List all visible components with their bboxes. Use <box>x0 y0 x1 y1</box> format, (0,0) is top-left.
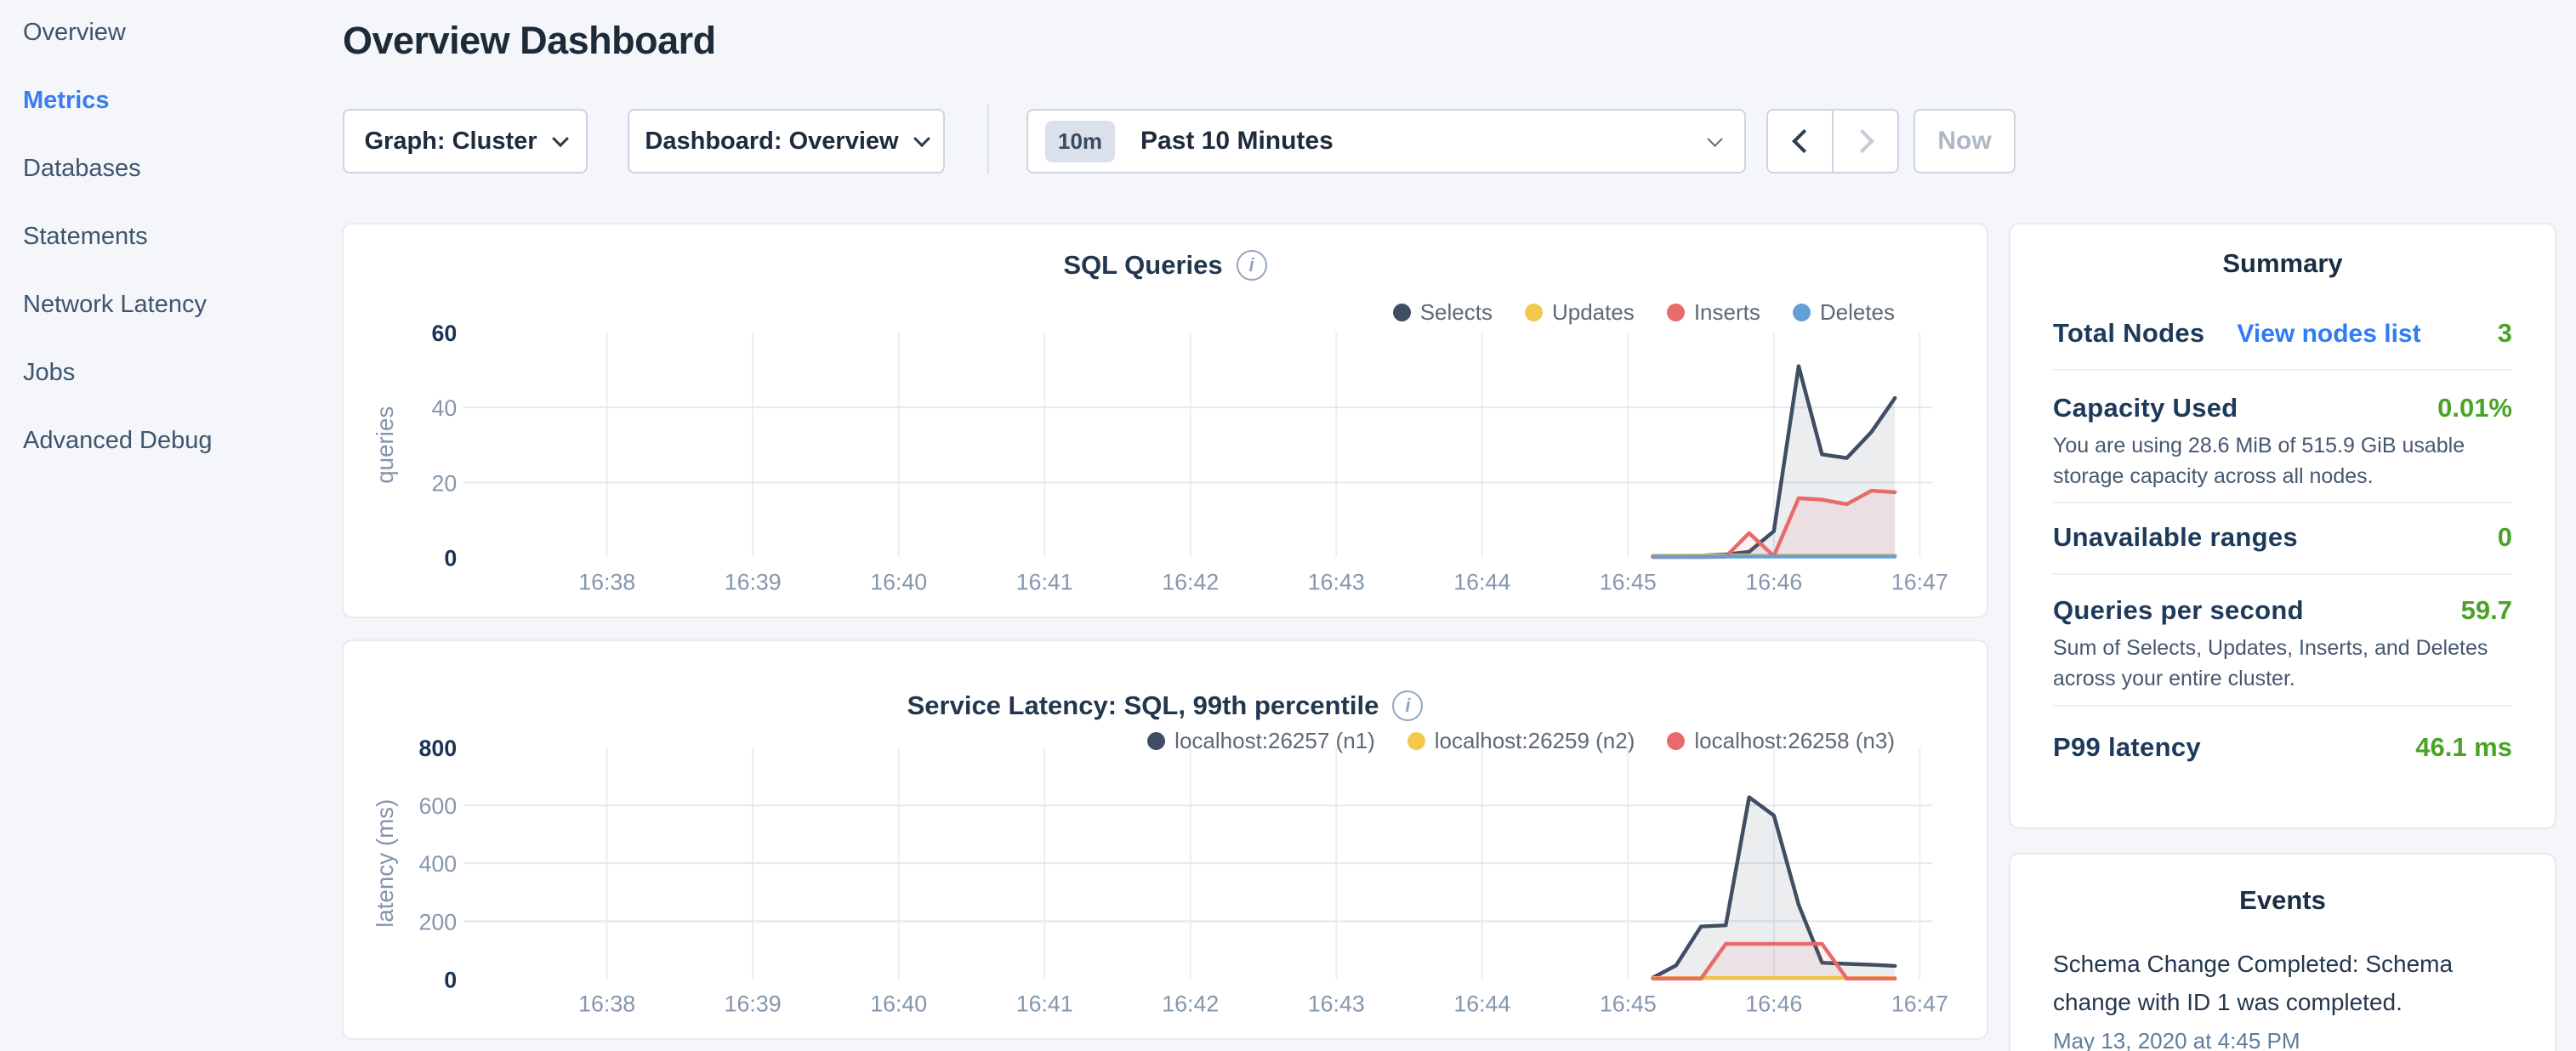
sql-queries-plot[interactable]: 16:38 16:39 16:40 16:41 16:42 16:43 16:44 16:45… <box>344 224 1987 616</box>
toolbar-divider <box>987 104 989 173</box>
svg-text:0: 0 <box>444 546 457 571</box>
y-gridlines <box>463 805 1932 921</box>
svg-text:60: 60 <box>431 321 457 346</box>
svg-text:16:41: 16:41 <box>1016 991 1073 1016</box>
summary-row-total-nodes: Total Nodes View nodes list 3 <box>2053 279 2512 371</box>
summary-row-unavailable-ranges: Unavailable ranges 0 <box>2053 503 2512 575</box>
y-axis-title: queries <box>372 406 398 484</box>
svg-text:16:43: 16:43 <box>1308 569 1365 594</box>
event-timestamp: May 13, 2020 at 4:45 PM <box>2053 1028 2512 1051</box>
chevron-down-icon <box>552 130 569 147</box>
svg-text:16:39: 16:39 <box>725 569 782 594</box>
summary-row-queries-per-second: Queries per second 59.7 Sum of Selects, … <box>2053 575 2512 707</box>
event-message: Schema Change Completed: Schema change w… <box>2053 945 2512 1021</box>
svg-text:16:45: 16:45 <box>1600 569 1657 594</box>
dashboard-label: Dashboard: Overview <box>645 128 898 156</box>
svg-text:600: 600 <box>418 793 457 819</box>
service-latency-chart-card: Service Latency: SQL, 99th percentile i … <box>342 639 1988 1040</box>
summary-label: Queries per second <box>2053 595 2304 626</box>
time-range-dropdown[interactable]: 10m Past 10 Minutes <box>1026 109 1746 173</box>
svg-text:16:38: 16:38 <box>578 569 635 594</box>
summary-label: Unavailable ranges <box>2053 522 2298 553</box>
summary-value: 0.01% <box>2437 393 2512 423</box>
svg-text:16:42: 16:42 <box>1162 569 1219 594</box>
svg-text:20: 20 <box>431 470 457 496</box>
summary-label: Capacity Used <box>2053 393 2238 423</box>
y-gridlines <box>463 407 1932 482</box>
y-tick-labels: 0 20 40 60 <box>431 321 457 571</box>
svg-text:16:47: 16:47 <box>1891 569 1948 594</box>
svg-text:16:46: 16:46 <box>1745 991 1802 1016</box>
chart-series <box>1652 798 1895 980</box>
summary-subtext: Sum of Selects, Updates, Inserts, and De… <box>2053 633 2512 694</box>
sidebar-item-statements[interactable]: Statements <box>0 219 323 287</box>
chevron-down-icon <box>913 130 930 147</box>
summary-value: 3 <box>2498 318 2512 349</box>
x-gridlines <box>607 332 1920 558</box>
dashboard-dropdown[interactable]: Dashboard: Overview <box>628 109 945 173</box>
x-tick-labels: 16:38 16:39 16:40 16:41 16:42 16:43 16:44 16:45… <box>578 991 1948 1016</box>
summary-label: P99 latency <box>2053 732 2201 763</box>
summary-value: 0 <box>2498 522 2512 553</box>
svg-text:16:46: 16:46 <box>1745 569 1802 594</box>
summary-row-p99-latency: P99 latency 46.1 ms <box>2053 707 2512 763</box>
sidebar-item-jobs[interactable]: Jobs <box>0 355 323 423</box>
svg-text:16:40: 16:40 <box>870 991 927 1016</box>
event-list-item[interactable]: Schema Change Completed: Schema change w… <box>2053 945 2512 1051</box>
svg-text:16:41: 16:41 <box>1016 569 1073 594</box>
summary-label: Total Nodes <box>2053 318 2204 349</box>
sidebar-item-network-latency[interactable]: Network Latency <box>0 287 323 355</box>
chevron-down-icon <box>1707 131 1722 146</box>
graph-scope-dropdown[interactable]: Graph: Cluster <box>343 109 588 173</box>
summary-row-capacity-used: Capacity Used 0.01% You are using 28.6 M… <box>2053 371 2512 503</box>
svg-text:16:43: 16:43 <box>1308 991 1365 1016</box>
sidebar-item-metrics[interactable]: Metrics <box>0 83 323 151</box>
sidebar-item-advanced-debug[interactable]: Advanced Debug <box>0 423 323 491</box>
svg-text:16:44: 16:44 <box>1453 991 1510 1016</box>
now-button[interactable]: Now <box>1914 109 2016 173</box>
service-latency-plot[interactable]: 16:38 16:39 16:40 16:41 16:42 16:43 16:44 16:45… <box>344 641 1987 1038</box>
svg-text:16:42: 16:42 <box>1162 991 1219 1016</box>
svg-text:16:39: 16:39 <box>725 991 782 1016</box>
summary-title: Summary <box>2010 248 2555 279</box>
chevron-left-icon <box>1792 129 1816 153</box>
summary-panel: Summary Total Nodes View nodes list 3 Ca… <box>2009 223 2556 829</box>
svg-text:40: 40 <box>431 395 457 421</box>
events-panel: Events Schema Change Completed: Schema c… <box>2009 853 2556 1051</box>
y-axis-title: latency (ms) <box>372 799 398 928</box>
summary-subtext: You are using 28.6 MiB of 515.9 GiB usab… <box>2053 430 2512 491</box>
sidebar-item-overview[interactable]: Overview <box>0 15 323 83</box>
summary-value: 59.7 <box>2461 595 2512 626</box>
summary-value: 46.1 ms <box>2415 732 2512 763</box>
sidebar: Overview Metrics Databases Statements Ne… <box>0 15 323 491</box>
svg-text:400: 400 <box>418 851 457 877</box>
svg-text:16:47: 16:47 <box>1891 991 1948 1016</box>
chevron-right-icon <box>1850 129 1874 153</box>
time-range-badge: 10m <box>1045 121 1115 162</box>
page-title: Overview Dashboard <box>343 19 716 63</box>
svg-text:16:45: 16:45 <box>1600 991 1657 1016</box>
x-tick-labels: 16:38 16:39 16:40 16:41 16:42 16:43 16:44 16:45… <box>578 569 1948 594</box>
svg-text:0: 0 <box>444 968 457 993</box>
sql-queries-chart-card: SQL Queries i SelectsUpdatesInsertsDelet… <box>342 223 1988 618</box>
graph-scope-label: Graph: Cluster <box>364 128 537 156</box>
svg-text:200: 200 <box>418 909 457 935</box>
sidebar-item-databases[interactable]: Databases <box>0 151 323 219</box>
y-tick-labels: 0 200 400 600 800 <box>418 736 457 993</box>
svg-text:16:44: 16:44 <box>1453 569 1510 594</box>
view-nodes-list-link[interactable]: View nodes list <box>2237 320 2420 349</box>
time-forward-button[interactable] <box>1834 111 1897 172</box>
time-range-label: Past 10 Minutes <box>1140 127 1333 156</box>
svg-text:16:40: 16:40 <box>870 569 927 594</box>
time-window-pager <box>1766 109 1899 173</box>
events-title: Events <box>2053 885 2512 916</box>
time-back-button[interactable] <box>1768 111 1832 172</box>
svg-text:800: 800 <box>418 736 457 761</box>
svg-text:16:38: 16:38 <box>578 991 635 1016</box>
